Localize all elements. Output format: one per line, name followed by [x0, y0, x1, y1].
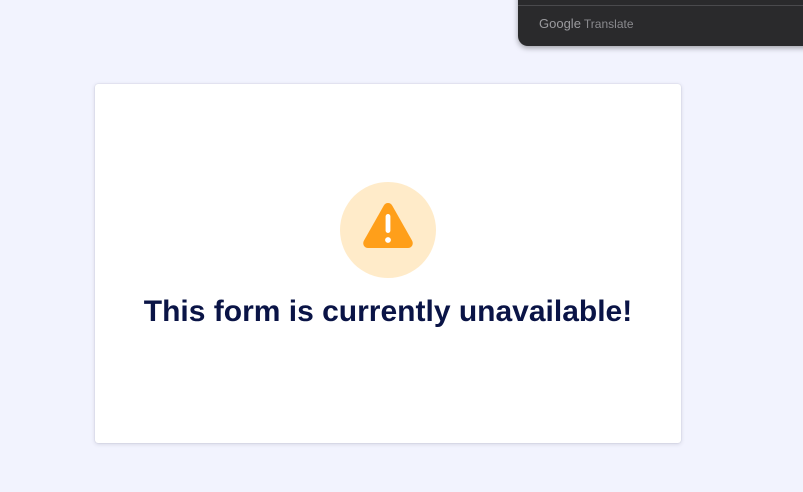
- form-unavailable-message: This form is currently unavailable!: [143, 295, 633, 328]
- alert-icon-badge: [340, 182, 436, 278]
- google-translate-popup: Google Translate: [518, 0, 803, 46]
- popup-divider: [518, 5, 803, 6]
- google-brand-label: Google: [539, 16, 581, 31]
- translate-brand-label: Translate: [583, 17, 634, 31]
- warning-triangle-icon: [363, 203, 413, 248]
- form-unavailable-card: This form is currently unavailable!: [95, 84, 681, 443]
- google-translate-branding: Google Translate: [539, 16, 634, 31]
